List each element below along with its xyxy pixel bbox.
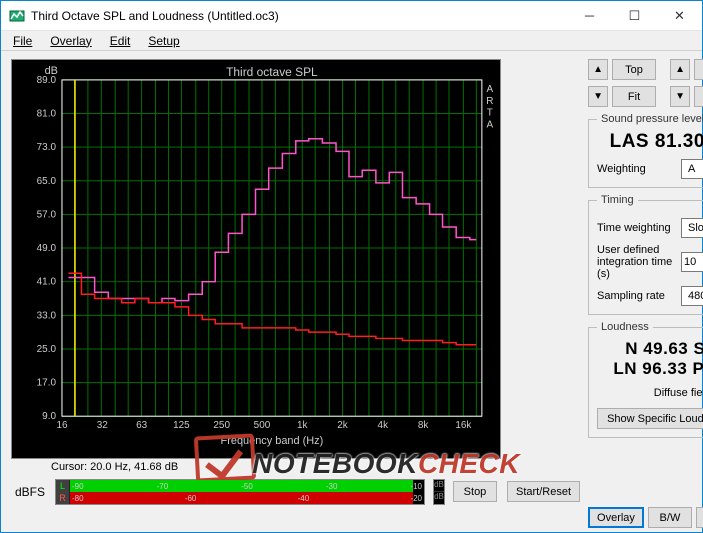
set-button[interactable]: Set	[694, 86, 703, 107]
svg-text:R: R	[486, 96, 493, 107]
meter-end-box: dB dB	[433, 479, 445, 505]
window-close-button[interactable]: ✕	[657, 1, 702, 30]
range-up-button[interactable]: ▲	[670, 59, 690, 80]
level-meters: L -90-70-50-30-10 R -80-60-40-20	[55, 479, 425, 505]
show-specific-loudness-button[interactable]: Show Specific Loudness	[597, 408, 703, 429]
integration-time-input[interactable]	[681, 252, 703, 272]
svg-text:Third octave SPL: Third octave SPL	[226, 65, 318, 79]
chart-canvas: 9.0 17.0 25.0 33.0 41.0 49.0 57.0 65.0 73.0 81.0 8…	[12, 60, 500, 458]
svg-text:41.0: 41.0	[37, 277, 57, 288]
integration-time-label: User defined integration time (s)	[597, 244, 675, 280]
cursor-readout: Cursor: 20.0 Hz, 41.68 dB	[11, 459, 580, 477]
svg-text:57.0: 57.0	[37, 209, 57, 220]
sampling-rate-select[interactable]: 48000	[681, 286, 703, 306]
loudness-phon: LN 96.33 Phon	[597, 359, 703, 379]
scroll-up-button[interactable]: ▲	[588, 59, 608, 80]
meter-right-tag: R	[56, 492, 70, 504]
svg-text:A: A	[487, 84, 494, 95]
svg-text:33.0: 33.0	[37, 310, 57, 321]
svg-text:500: 500	[254, 420, 271, 431]
fit-button[interactable]: Fit	[612, 86, 656, 107]
weighting-label: Weighting	[597, 163, 646, 175]
svg-text:250: 250	[213, 420, 230, 431]
window-title: Third Octave SPL and Loudness (Untitled.…	[31, 9, 567, 23]
svg-text:dB: dB	[45, 65, 58, 77]
svg-text:32: 32	[97, 420, 109, 431]
svg-text:16k: 16k	[455, 420, 471, 431]
svg-text:63: 63	[136, 420, 148, 431]
range-down-button[interactable]: ▼	[670, 86, 690, 107]
window-titlebar: Third Octave SPL and Loudness (Untitled.…	[1, 1, 702, 31]
svg-text:A: A	[487, 120, 494, 131]
svg-text:16: 16	[56, 420, 68, 431]
overlay-button[interactable]: Overlay	[588, 507, 644, 528]
svg-text:2k: 2k	[337, 420, 348, 431]
diffuse-field-label: Diffuse field	[654, 387, 703, 399]
svg-text:8k: 8k	[418, 420, 429, 431]
svg-text:25.0: 25.0	[37, 344, 57, 355]
dbfs-label: dBFS	[15, 485, 49, 499]
svg-text:81.0: 81.0	[37, 109, 57, 120]
meter-left-tag: L	[56, 480, 70, 492]
svg-text:65.0: 65.0	[37, 176, 57, 187]
scroll-down-button[interactable]: ▼	[588, 86, 608, 107]
top-button[interactable]: Top	[612, 59, 656, 80]
sampling-rate-label: Sampling rate	[597, 290, 665, 302]
copy-button[interactable]: Copy	[696, 507, 703, 528]
stop-button[interactable]: Stop	[453, 481, 497, 502]
menu-file[interactable]: File	[5, 33, 40, 49]
svg-text:9.0: 9.0	[42, 411, 56, 422]
window-maximize-button[interactable]: ☐	[612, 1, 657, 30]
menu-overlay[interactable]: Overlay	[42, 33, 99, 49]
timing-group: Timing Time weighting Slow User defined …	[588, 194, 703, 315]
loudness-group: Loudness N 49.63 Sone LN 96.33 Phon Diff…	[588, 321, 703, 438]
svg-text:1k: 1k	[297, 420, 308, 431]
svg-text:49.0: 49.0	[37, 243, 57, 254]
svg-text:17.0: 17.0	[37, 378, 57, 389]
loudness-sone: N 49.63 Sone	[597, 339, 703, 359]
svg-text:T: T	[487, 108, 493, 119]
time-weighting-select[interactable]: Slow	[681, 218, 703, 238]
menu-setup[interactable]: Setup	[140, 33, 187, 49]
bw-button[interactable]: B/W	[648, 507, 692, 528]
time-weighting-label: Time weighting	[597, 222, 671, 234]
spl-group: Sound pressure level LAS 81.30 dB Weight…	[588, 113, 703, 188]
loudness-legend: Loudness	[597, 321, 653, 333]
range-button[interactable]: Range	[694, 59, 703, 80]
window-minimize-button[interactable]: ─	[567, 1, 612, 30]
spl-readout: LAS 81.30 dB	[597, 131, 703, 153]
timing-legend: Timing	[597, 194, 638, 206]
start-reset-button[interactable]: Start/Reset	[507, 481, 580, 502]
spl-chart[interactable]: 9.0 17.0 25.0 33.0 41.0 49.0 57.0 65.0 73.0 81.0 8…	[11, 59, 501, 459]
svg-text:73.0: 73.0	[37, 142, 57, 153]
spl-legend: Sound pressure level	[597, 113, 703, 125]
weighting-select[interactable]: A	[681, 159, 703, 179]
menu-edit[interactable]: Edit	[102, 33, 139, 49]
svg-text:4k: 4k	[378, 420, 389, 431]
menubar: File Overlay Edit Setup	[1, 31, 702, 51]
svg-text:Frequency band (Hz): Frequency band (Hz)	[221, 435, 324, 447]
app-icon	[9, 8, 25, 24]
svg-text:125: 125	[173, 420, 190, 431]
